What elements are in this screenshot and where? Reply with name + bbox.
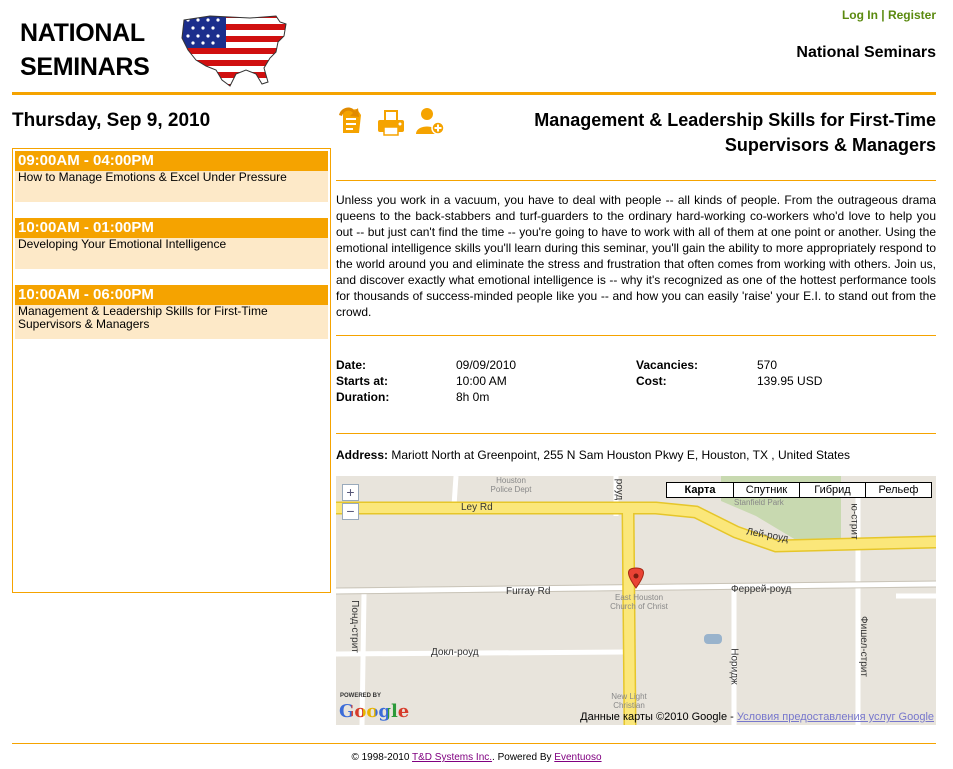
google-logo-text: Google — [339, 701, 410, 722]
address-value: Mariott North at Greenpoint, 255 N Sam H… — [388, 448, 851, 462]
footer-divider — [12, 743, 936, 744]
schedule-title: Developing Your Emotional Intelligence — [15, 238, 328, 269]
auth-separator: | — [877, 8, 888, 22]
schedule-item[interactable]: 10:00AM - 06:00PM Management & Leadershi… — [15, 285, 328, 339]
powered-by-label: POWERED BY — [340, 693, 382, 699]
map-label-stanfield: Stanfield Park — [734, 498, 784, 507]
event-title-line-1: Management & Leadership Skills for First… — [534, 110, 936, 130]
footer-powered: . Powered By — [492, 752, 555, 763]
schedule-item[interactable]: 10:00AM - 01:00PM Developing Your Emotio… — [15, 218, 328, 269]
description-divider — [336, 335, 936, 336]
map-label-road-top: роуд — [613, 478, 625, 501]
event-toolbar — [337, 105, 445, 137]
login-link[interactable]: Log In — [842, 8, 878, 22]
schedule-time: 10:00AM - 01:00PM — [15, 218, 328, 238]
map-type-map[interactable]: Карта — [667, 483, 733, 497]
zoom-out-button[interactable]: − — [342, 503, 359, 520]
date-label: Date: — [336, 358, 367, 372]
date-heading: Thursday, Sep 9, 2010 — [12, 110, 211, 131]
schedule-time: 09:00AM - 04:00PM — [15, 151, 328, 171]
cost-value: 139.95 USD — [757, 374, 823, 388]
site-name: National Seminars — [796, 44, 936, 61]
map-label-fishel-ru: Фишел-стрит — [857, 616, 869, 677]
map-label-street-right: ю-стрит — [848, 503, 860, 540]
us-flag-map-icon — [181, 15, 287, 87]
map-label-police: Houston Police Dept — [490, 476, 532, 494]
map-label-ferrey-ru: Феррей-роуд — [731, 584, 792, 595]
map-type-satellite[interactable]: Спутник — [733, 483, 799, 497]
vacancies-value: 570 — [757, 358, 778, 372]
title-divider — [336, 180, 936, 181]
starts-value: 10:00 AM — [456, 374, 507, 388]
map-label-church: East Houston Church of Christ — [610, 593, 668, 611]
map-label-dokl-ru: Докл-роуд — [431, 647, 479, 658]
register-link[interactable]: Register — [888, 8, 936, 22]
add-user-icon[interactable] — [415, 105, 445, 137]
brand-line-1: NATIONAL — [20, 19, 145, 47]
event-description: Unless you work in a vacuum, you have to… — [336, 193, 936, 319]
address-line: Address: Mariott North at Greenpoint, 25… — [336, 448, 850, 462]
address-label: Address: — [336, 448, 389, 462]
brand-logo-text[interactable]: NATIONAL SEMINARS — [20, 16, 170, 84]
duration-label: Duration: — [336, 390, 390, 404]
map-terms-link[interactable]: Условия предоставления услуг Google — [737, 711, 934, 723]
map-label-pond-ru: Понд-стрит — [348, 600, 360, 653]
vacancies-label: Vacancies: — [636, 358, 699, 372]
map-label-new-light: New Light Christian — [611, 692, 647, 710]
add-to-calendar-icon[interactable] — [337, 105, 367, 137]
schedule-time: 10:00AM - 06:00PM — [15, 285, 328, 305]
footer-copyright: © 1998-2010 — [351, 752, 413, 763]
location-map[interactable]: Ley Rd Лей-роуд Furray Rd Феррей-роуд До… — [336, 476, 936, 725]
footer: © 1998-2010 T&D Systems Inc.. Powered By… — [0, 752, 953, 763]
event-title-line-2: Supervisors & Managers — [724, 135, 936, 155]
map-type-selector: Карта Спутник Гибрид Рельеф — [666, 482, 932, 498]
starts-label: Starts at: — [336, 374, 389, 388]
map-label-norizh-ru: Норидж — [728, 648, 740, 685]
map-zoom-controls: + − — [342, 484, 359, 522]
brand-line-2: SEMINARS — [20, 53, 150, 81]
auth-links: Log In | Register — [842, 8, 936, 22]
google-logo[interactable]: Google — [339, 701, 409, 722]
schedule-title: Management & Leadership Skills for First… — [15, 305, 328, 339]
print-icon[interactable] — [376, 105, 406, 137]
map-credit-text: Данные карты ©2010 Google - — [580, 711, 737, 723]
eventuoso-link[interactable]: Eventuoso — [554, 752, 601, 763]
map-label-ley-rd: Ley Rd — [461, 502, 493, 513]
date-value: 09/09/2010 — [456, 358, 517, 372]
company-link[interactable]: T&D Systems Inc. — [412, 752, 492, 763]
event-title: Management & Leadership Skills for First… — [476, 108, 936, 158]
map-type-terrain[interactable]: Рельеф — [865, 483, 931, 497]
duration-value: 8h 0m — [456, 390, 490, 404]
map-credit: Данные карты ©2010 Google - Условия пред… — [580, 711, 934, 723]
details-divider — [336, 433, 936, 434]
schedule-title: How to Manage Emotions & Excel Under Pre… — [15, 171, 328, 202]
schedule-item[interactable]: 09:00AM - 04:00PM How to Manage Emotions… — [15, 151, 328, 202]
zoom-in-button[interactable]: + — [342, 484, 359, 501]
map-type-hybrid[interactable]: Гибрид — [799, 483, 865, 497]
schedule-list: 09:00AM - 04:00PM How to Manage Emotions… — [12, 148, 331, 593]
cost-label: Cost: — [636, 374, 667, 388]
header-divider — [12, 92, 936, 95]
map-label-furray-rd: Furray Rd — [506, 586, 551, 597]
